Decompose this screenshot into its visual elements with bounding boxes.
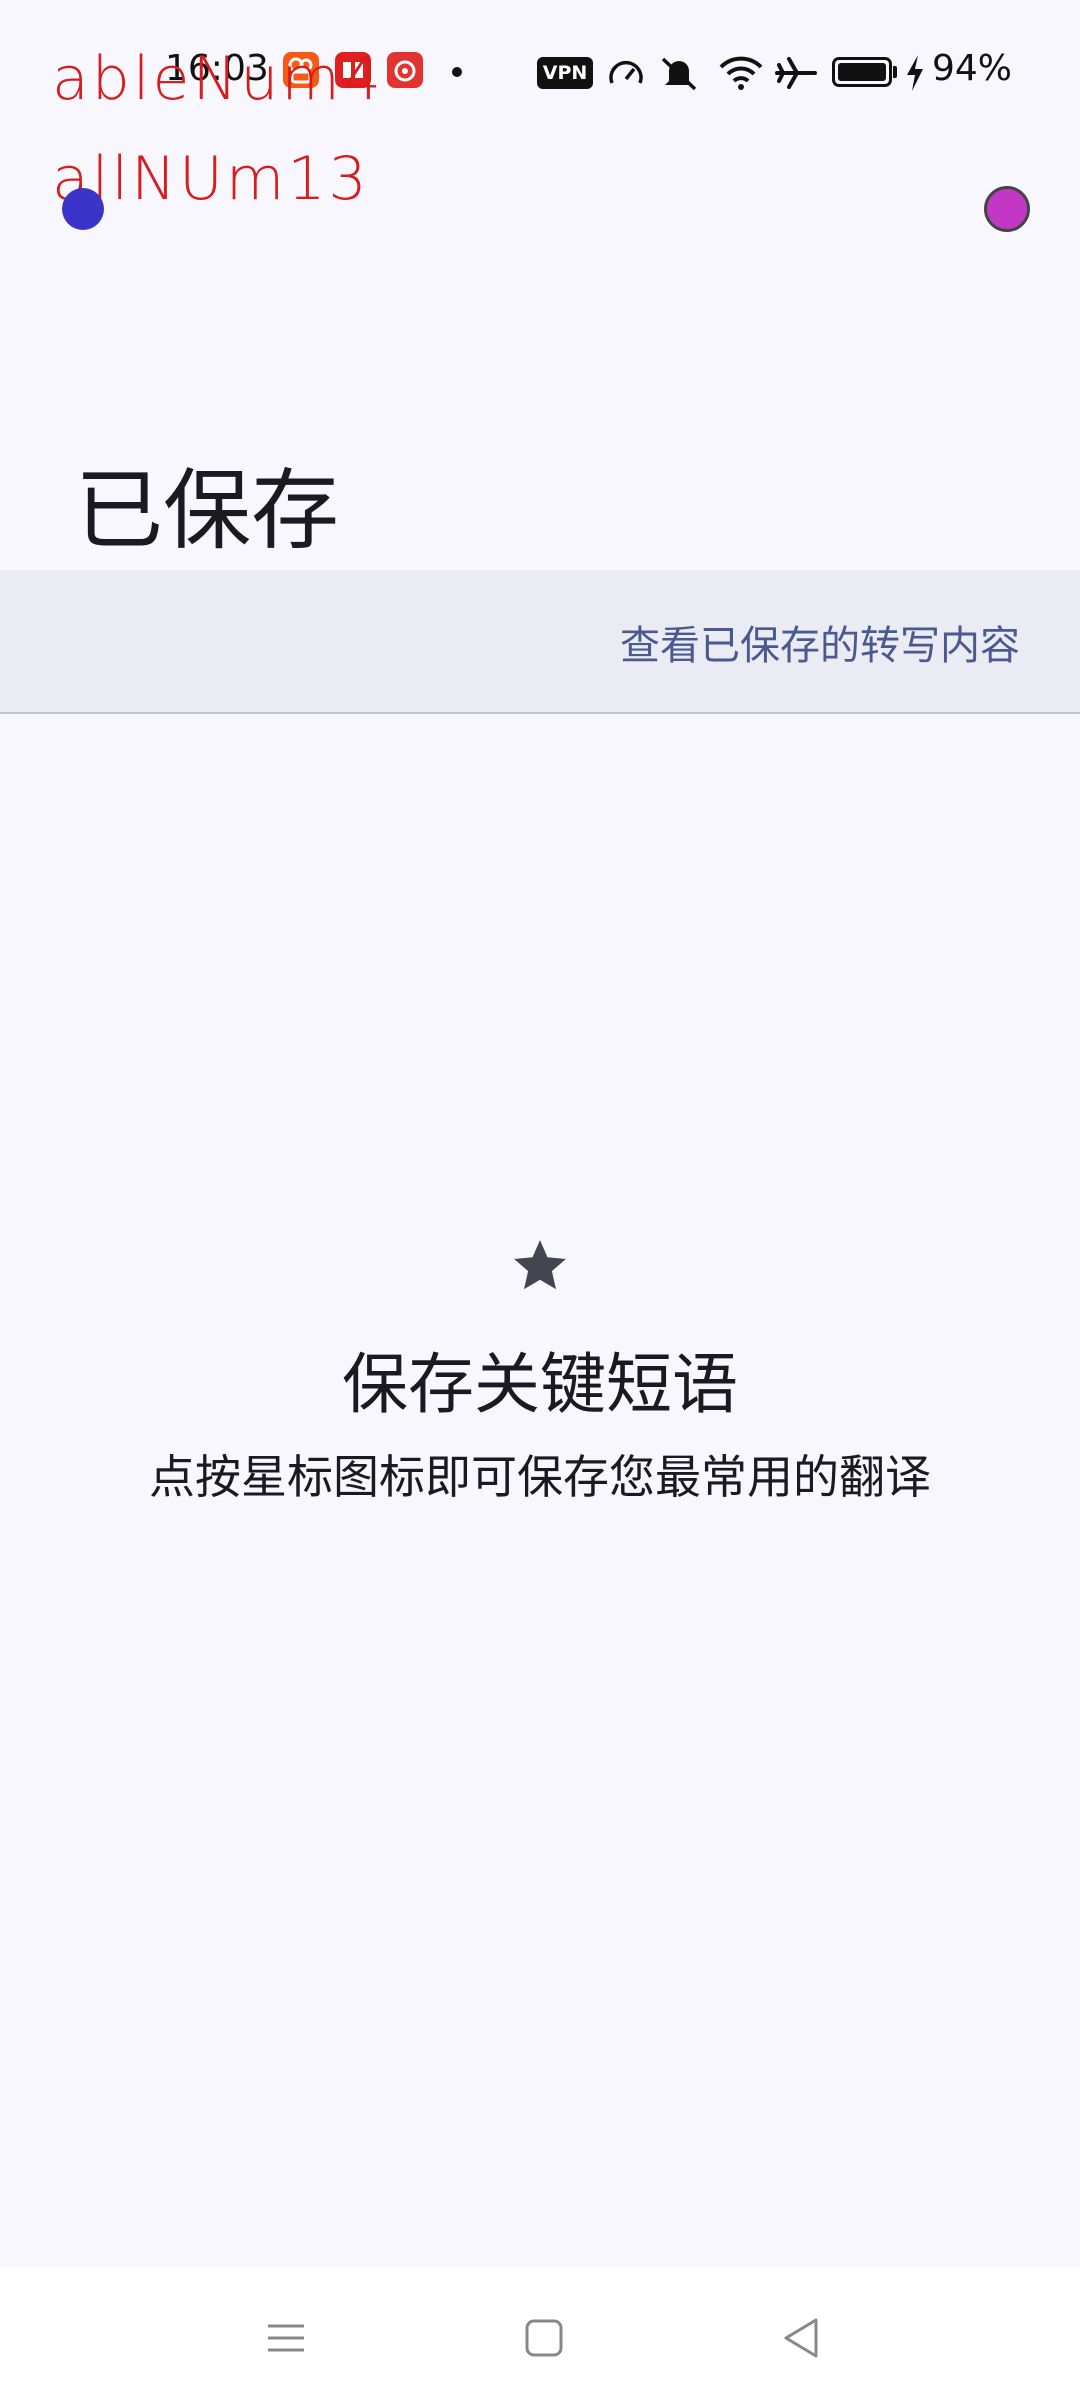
overlay-marker-magenta bbox=[984, 186, 1030, 232]
charging-icon bbox=[904, 53, 926, 97]
overlay-marker-blue bbox=[62, 188, 104, 230]
back-icon[interactable] bbox=[772, 2308, 832, 2368]
system-nav-bar bbox=[0, 2268, 1080, 2400]
home-icon[interactable] bbox=[514, 2308, 574, 2368]
battery-percent: 94% bbox=[932, 48, 1013, 89]
notification-dot-icon bbox=[452, 67, 462, 77]
vpn-icon: VPN bbox=[537, 57, 593, 89]
airplane-icon bbox=[775, 53, 817, 97]
empty-state-description: 点按星标图标即可保存您最常用的翻译 bbox=[149, 1450, 931, 1504]
star-icon bbox=[514, 1240, 566, 1290]
view-saved-transcripts-link[interactable]: 查看已保存的转写内容 bbox=[620, 613, 1020, 671]
speed-icon bbox=[606, 53, 646, 97]
empty-state-heading: 保存关键短语 bbox=[342, 1346, 738, 1423]
mute-icon bbox=[657, 53, 701, 97]
wifi-icon bbox=[718, 53, 764, 97]
saved-transcripts-bar: 查看已保存的转写内容 bbox=[0, 570, 1080, 714]
netease-music-icon bbox=[387, 52, 423, 88]
empty-state: 保存关键短语 点按星标图标即可保存您最常用的翻译 bbox=[0, 1235, 1080, 1507]
page-title: 已保存 bbox=[75, 459, 340, 562]
menu-icon[interactable] bbox=[256, 2308, 316, 2368]
battery-icon bbox=[832, 57, 892, 87]
overlay-label-1: ableNum4 bbox=[52, 44, 384, 114]
